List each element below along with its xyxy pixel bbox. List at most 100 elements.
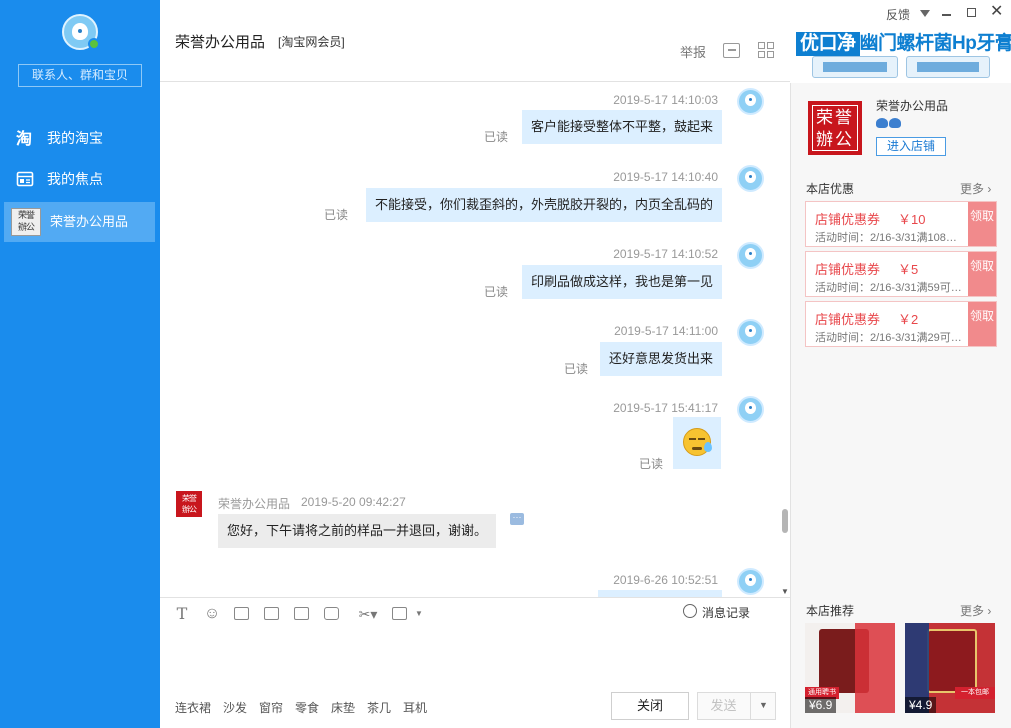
message-bubble[interactable]: 客户能接受整体不平整，鼓起来 [521,110,722,144]
ad-product-image [812,55,996,79]
chevron-down-icon[interactable]: ▼ [410,605,428,623]
message-timestamp: 2019-6-26 10:52:51 [613,573,718,587]
maximize-icon[interactable] [967,8,976,17]
coupon-card[interactable]: 店铺优惠券 ￥2 活动时间：2/16-3/31满29可… 领取 [805,301,997,347]
claim-coupon-button[interactable]: 领取 [968,202,996,246]
recommend-item[interactable]: 通用聘书 ¥6.9 [805,623,895,713]
coupon-card[interactable]: 店铺优惠券 ￥5 活动时间：2/16-3/31满59可… 领取 [805,251,997,297]
sidebar-item-label: 荣誉办公用品 [50,214,129,229]
recommend-more-link[interactable]: 更多 › [960,602,991,619]
contact-search-input[interactable]: 联系人、群和宝贝 [18,64,142,87]
sidebar-item-label: 我的淘宝 [47,130,103,146]
scroll-down-icon[interactable]: ▼ [781,587,789,596]
font-icon[interactable]: T [173,605,191,623]
shop-panel: 荣誉 辦公 荣誉办公用品 进入店铺 本店优惠 更多 › 店铺优惠券 ￥10 活动时… [790,83,1011,728]
table-icon[interactable] [392,607,407,620]
sidebar-item-my-taobao[interactable]: 淘 我的淘宝 [4,118,155,158]
product-image [927,629,977,693]
message-timestamp: 2019-5-17 14:11:00 [614,324,718,338]
read-status: 已读 [324,208,349,222]
my-avatar [737,242,764,269]
chat-header: 荣誉办公用品 [淘宝网会员] 举报 [160,0,790,82]
recommend-title: 本店推荐 [806,604,855,618]
online-status-icon [88,38,100,50]
emoji-icon[interactable]: ☺ [203,605,221,623]
recommend-item[interactable]: 一本包邮 ¥4.9 [905,623,995,713]
transfer-icon[interactable] [723,43,740,58]
quick-phrase[interactable]: 零食 [295,699,319,716]
user-avatar[interactable] [62,14,100,50]
coupons-more-link[interactable]: 更多 › [960,180,991,197]
scrollbar[interactable] [782,509,788,533]
read-status: 已读 [639,457,664,471]
message-timestamp: 2019-5-17 14:10:52 [613,247,718,261]
message-timestamp: 2019-5-17 14:10:40 [613,170,718,184]
minimize-icon[interactable] [942,14,951,16]
sidebar-item-label: 我的焦点 [47,171,103,187]
sidebar: 联系人、群和宝贝 淘 我的淘宝 我的焦点 荣誉 辦公 荣誉办公用品 [0,0,160,728]
quick-phrase[interactable]: 茶几 [367,699,391,716]
message-bubble[interactable] [598,590,722,597]
quick-phrase[interactable]: 窗帘 [259,699,283,716]
message-timestamp: 2019-5-20 09:42:27 [301,495,406,509]
message-bubble[interactable]: 还好意思发货出来 [599,342,722,376]
read-status: 已读 [484,285,509,299]
page-title: 荣誉办公用品 [175,34,266,51]
claim-coupon-button[interactable]: 领取 [968,302,996,346]
sender-name: 荣誉办公用品 [218,497,291,511]
send-options-icon[interactable]: ▼ [750,692,776,720]
close-button[interactable]: 关闭 [611,692,689,720]
ad-text: 幽门螺杆菌Hp牙膏 [859,33,1011,54]
ad-brand: 优口净 [796,32,860,56]
message-timestamp: 2019-5-17 14:10:03 [613,93,718,107]
read-status: 已读 [484,130,509,144]
close-icon[interactable]: ✕ [990,4,1003,20]
shop-seal-avatar: 荣誉 辦公 [11,208,41,236]
my-avatar [737,88,764,115]
shop-name: 荣誉办公用品 [876,99,949,113]
message-bubble[interactable]: 不能接受，你们裁歪斜的，外壳脱胶开裂的，内页全乱码的 [365,188,722,222]
coupon-card[interactable]: 店铺优惠券 ￥10 活动时间：2/16-3/31满108… 领取 [805,201,997,247]
my-avatar [737,568,764,595]
claim-coupon-button[interactable]: 领取 [968,252,996,296]
my-avatar [737,396,764,423]
sidebar-item-my-focus[interactable]: 我的焦点 [4,159,155,199]
ad-banner[interactable]: 优口净 幽门螺杆菌Hp牙膏 [796,28,1011,56]
message-history-button[interactable]: 消息记录 [683,604,750,621]
quick-phrase[interactable]: 耳机 [403,699,427,716]
image-icon[interactable] [234,607,249,620]
my-avatar [737,165,764,192]
scissors-icon[interactable]: ✂▾ [354,605,382,623]
window-controls: 反馈 ✕ [790,0,1011,26]
shop-rating-icon [876,116,902,131]
report-button[interactable]: 举报 [680,42,706,61]
focus-icon [16,171,34,187]
enter-shop-button[interactable]: 进入店铺 [876,137,946,156]
read-status: 已读 [564,362,589,376]
svg-text:淘: 淘 [16,129,32,147]
taobao-icon: 淘 [16,129,32,147]
feedback-button[interactable]: 反馈 [886,6,910,23]
message-bubble[interactable]: 您好，下午请将之前的样品一并退回，谢谢。 [218,514,497,548]
more-options-icon[interactable]: ··· [510,513,524,525]
product-price: ¥4.9 [905,697,937,713]
shop-avatar[interactable]: 荣誉 辦公 [176,491,202,517]
sidebar-item-shop-chat[interactable]: 荣誉 辦公 荣誉办公用品 [4,202,155,242]
screenshot-icon[interactable] [294,607,309,620]
message-bubble[interactable]: 印刷品做成这样，我也是第一见 [521,265,722,299]
shop-logo[interactable]: 荣誉 辦公 [808,101,862,155]
quick-phrase[interactable]: 床垫 [331,699,355,716]
my-avatar [737,319,764,346]
clock-icon [683,604,697,618]
quick-phrase[interactable]: 连衣裙 [175,699,211,716]
message-bubble[interactable] [673,417,721,469]
folder-icon[interactable] [264,607,279,620]
quick-phrase[interactable]: 沙发 [223,699,247,716]
coupons-title: 本店优惠 [806,182,855,196]
message-timestamp: 2019-5-17 15:41:17 [613,401,718,415]
message-list[interactable]: 2019-5-17 14:10:03 客户能接受整体不平整，鼓起来 已读 201… [160,83,790,597]
menu-dropdown-icon[interactable] [920,10,930,17]
grid-icon[interactable] [758,42,775,59]
quick-reply-icon[interactable] [324,607,339,620]
sweat-smile-emoji-icon [683,428,712,456]
